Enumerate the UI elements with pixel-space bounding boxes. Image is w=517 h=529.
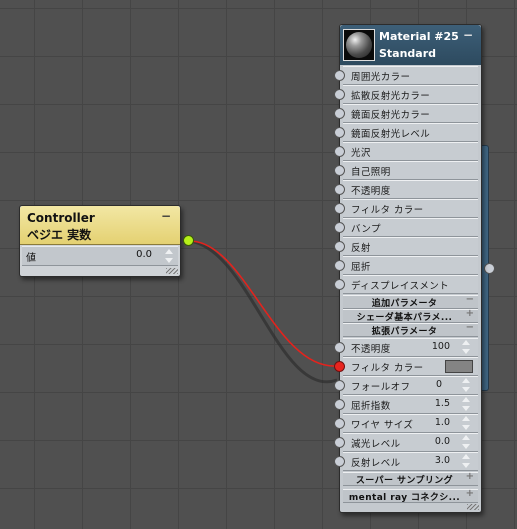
input-socket-self-illumination[interactable] bbox=[334, 165, 345, 176]
rollout-extra-params[interactable]: 追加パラメータ − bbox=[343, 294, 478, 309]
input-socket-param-dim-level[interactable] bbox=[334, 437, 345, 448]
filter-color-swatch[interactable] bbox=[445, 360, 473, 373]
map-slot-opacity[interactable]: 不透明度 bbox=[343, 180, 478, 199]
controller-node-subtitle: ベジエ 実数 bbox=[27, 228, 92, 242]
material-preview-sphere bbox=[343, 29, 375, 61]
map-slot-ambient-color[interactable]: 周囲光カラー bbox=[343, 66, 478, 85]
controller-node-title: Controller bbox=[27, 211, 95, 225]
param-filter-color[interactable]: フィルタ カラー bbox=[343, 357, 478, 376]
input-socket-displacement[interactable] bbox=[334, 279, 345, 290]
rollout-toggle[interactable]: + bbox=[466, 471, 474, 482]
rollout-extended-params[interactable]: 拡張パラメータ − bbox=[343, 322, 478, 337]
map-slot-specular-level[interactable]: 鏡面反射光レベル bbox=[343, 123, 478, 142]
input-socket-specular-color[interactable] bbox=[334, 108, 345, 119]
controller-value-row[interactable]: 値 0.0 bbox=[22, 246, 178, 266]
param-opacity[interactable]: 不透明度 100 bbox=[343, 338, 478, 357]
map-slot-bump[interactable]: バンプ bbox=[343, 218, 478, 237]
map-slot-displacement[interactable]: ディスプレイスメント bbox=[343, 275, 478, 294]
rollout-mental-ray-connection[interactable]: mental ray コネクシ... + bbox=[343, 488, 478, 503]
param-value[interactable]: 3.0 bbox=[435, 455, 450, 466]
rollout-toggle[interactable]: − bbox=[466, 294, 474, 305]
input-socket-refraction[interactable] bbox=[334, 260, 345, 271]
value-spinner[interactable] bbox=[165, 249, 173, 263]
rollout-toggle[interactable]: + bbox=[466, 308, 474, 319]
rollout-supersampling[interactable]: スーパー サンプリング + bbox=[343, 471, 478, 486]
value-field[interactable]: 0.0 bbox=[136, 249, 152, 260]
param-spinner[interactable] bbox=[462, 378, 470, 392]
input-socket-param-falloff[interactable] bbox=[334, 380, 345, 391]
controller-output-socket[interactable] bbox=[183, 235, 194, 246]
input-socket-reflection[interactable] bbox=[334, 241, 345, 252]
param-wire-size[interactable]: ワイヤ サイズ 1.0 bbox=[343, 414, 478, 433]
minimize-button[interactable]: − bbox=[161, 209, 171, 223]
connection-wire[interactable] bbox=[188, 240, 338, 367]
material-output-socket[interactable] bbox=[484, 263, 495, 274]
param-value[interactable]: 100 bbox=[432, 341, 450, 352]
map-slot-glossiness[interactable]: 光沢 bbox=[343, 142, 478, 161]
param-value[interactable]: 0 bbox=[436, 379, 442, 390]
map-slot-reflection[interactable]: 反射 bbox=[343, 237, 478, 256]
param-spinner[interactable] bbox=[462, 340, 470, 354]
input-socket-filter-color[interactable] bbox=[334, 203, 345, 214]
input-socket-param-filter-color[interactable] bbox=[334, 361, 345, 372]
connection-wire-shadow bbox=[189, 239, 338, 384]
resize-grip[interactable] bbox=[166, 268, 178, 274]
value-label: 値 bbox=[26, 253, 36, 264]
param-dim-level[interactable]: 減光レベル 0.0 bbox=[343, 433, 478, 452]
map-slot-specular-color[interactable]: 鏡面反射光カラー bbox=[343, 104, 478, 123]
param-spinner[interactable] bbox=[462, 435, 470, 449]
input-socket-bump[interactable] bbox=[334, 222, 345, 233]
param-falloff[interactable]: フォールオフ 0 bbox=[343, 376, 478, 395]
material-node-header[interactable]: Material #25 Standard − bbox=[340, 25, 481, 65]
input-socket-param-reflection-level[interactable] bbox=[334, 456, 345, 467]
material-node-type: Standard bbox=[379, 47, 437, 60]
material-node-title: Material #25 bbox=[379, 30, 459, 43]
resize-grip[interactable] bbox=[467, 504, 479, 510]
input-socket-ambient-color[interactable] bbox=[334, 70, 345, 81]
rollout-toggle[interactable]: + bbox=[466, 488, 474, 499]
input-socket-diffuse-color[interactable] bbox=[334, 89, 345, 100]
rollout-toggle[interactable]: − bbox=[466, 322, 474, 333]
map-slot-refraction[interactable]: 屈折 bbox=[343, 256, 478, 275]
map-slot-diffuse-color[interactable]: 拡散反射光カラー bbox=[343, 85, 478, 104]
param-reflection-level[interactable]: 反射レベル 3.0 bbox=[343, 452, 478, 471]
param-spinner[interactable] bbox=[462, 397, 470, 411]
param-spinner[interactable] bbox=[462, 454, 470, 468]
param-index-of-refraction[interactable]: 屈折指数 1.5 bbox=[343, 395, 478, 414]
param-value[interactable]: 1.0 bbox=[435, 417, 450, 428]
controller-node-header[interactable]: Controller ベジエ 実数 − bbox=[20, 206, 180, 245]
rollout-shader-basic-params[interactable]: シェーダ基本パラメ... + bbox=[343, 308, 478, 323]
input-socket-param-opacity[interactable] bbox=[334, 342, 345, 353]
input-socket-param-wire-size[interactable] bbox=[334, 418, 345, 429]
map-slot-self-illumination[interactable]: 自己照明 bbox=[343, 161, 478, 180]
input-socket-glossiness[interactable] bbox=[334, 146, 345, 157]
input-socket-specular-level[interactable] bbox=[334, 127, 345, 138]
controller-node[interactable]: Controller ベジエ 実数 − 値 0.0 bbox=[19, 205, 181, 277]
param-spinner[interactable] bbox=[462, 416, 470, 430]
minimize-button[interactable]: − bbox=[463, 28, 473, 42]
material-node[interactable]: Material #25 Standard − 周囲光カラー 拡散反射光カラー … bbox=[339, 24, 482, 513]
input-socket-param-ior[interactable] bbox=[334, 399, 345, 410]
param-value[interactable]: 1.5 bbox=[435, 398, 450, 409]
input-socket-opacity[interactable] bbox=[334, 184, 345, 195]
param-value[interactable]: 0.0 bbox=[435, 436, 450, 447]
map-slot-filter-color[interactable]: フィルタ カラー bbox=[343, 199, 478, 218]
